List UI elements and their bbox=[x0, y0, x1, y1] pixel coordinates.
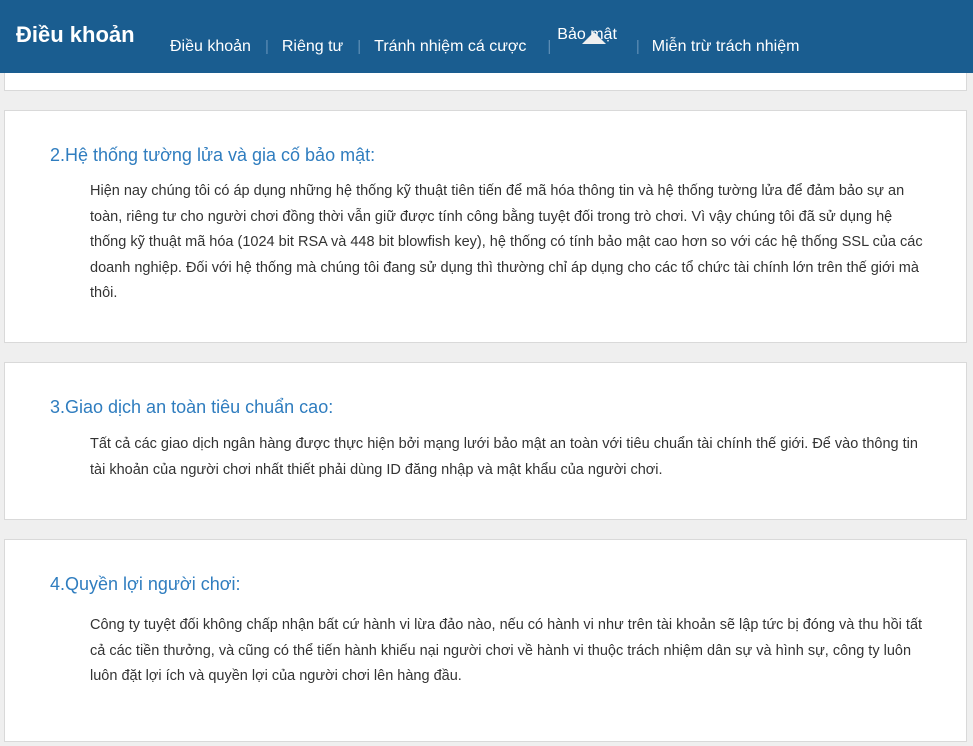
active-tab-caret-icon bbox=[581, 32, 606, 44]
section-body: Tất cả các giao dịch ngân hàng được thực… bbox=[90, 436, 918, 478]
tab-tranh-nhiem-ca-cuoc[interactable]: Tránh nhiệm cá cược bbox=[361, 0, 547, 56]
section-panel-firewall: 2.Hệ thống tường lửa và gia cố bảo mật: … bbox=[4, 110, 967, 343]
previous-section-panel bbox=[4, 73, 967, 91]
section-title: 3.Giao dịch an toàn tiêu chuẩn cao: bbox=[50, 397, 334, 417]
section-title: 2.Hệ thống tường lửa và gia cố bảo mật: bbox=[50, 145, 376, 165]
nav-tabs: Điều khoản | Riêng tư | Tránh nhiệm cá c… bbox=[156, 0, 813, 73]
tab-mien-tru-trach-nhiem[interactable]: Miễn trừ trách nhiệm bbox=[640, 0, 814, 56]
top-nav-bar: Điều khoản Điều khoản | Riêng tư | Tránh… bbox=[0, 0, 973, 73]
tab-dieu-khoan[interactable]: Điều khoản bbox=[156, 0, 265, 56]
section-panel-player-rights: 4.Quyền lợi người chơi: Công ty tuyệt đố… bbox=[4, 539, 967, 742]
section-body: Hiện nay chúng tôi có áp dụng những hệ t… bbox=[90, 183, 923, 301]
section-panel-transactions: 3.Giao dịch an toàn tiêu chuẩn cao: Tất … bbox=[4, 362, 967, 520]
tab-bao-mat[interactable]: Bảo mật bbox=[551, 0, 636, 44]
brand-title: Điều khoản bbox=[16, 22, 135, 47]
tab-rieng-tu[interactable]: Riêng tư bbox=[269, 0, 357, 56]
section-title: 4.Quyền lợi người chơi: bbox=[50, 574, 241, 594]
section-body: Công ty tuyệt đối không chấp nhận bất cứ… bbox=[90, 617, 923, 684]
page: Điều khoản Điều khoản | Riêng tư | Tránh… bbox=[0, 0, 973, 746]
